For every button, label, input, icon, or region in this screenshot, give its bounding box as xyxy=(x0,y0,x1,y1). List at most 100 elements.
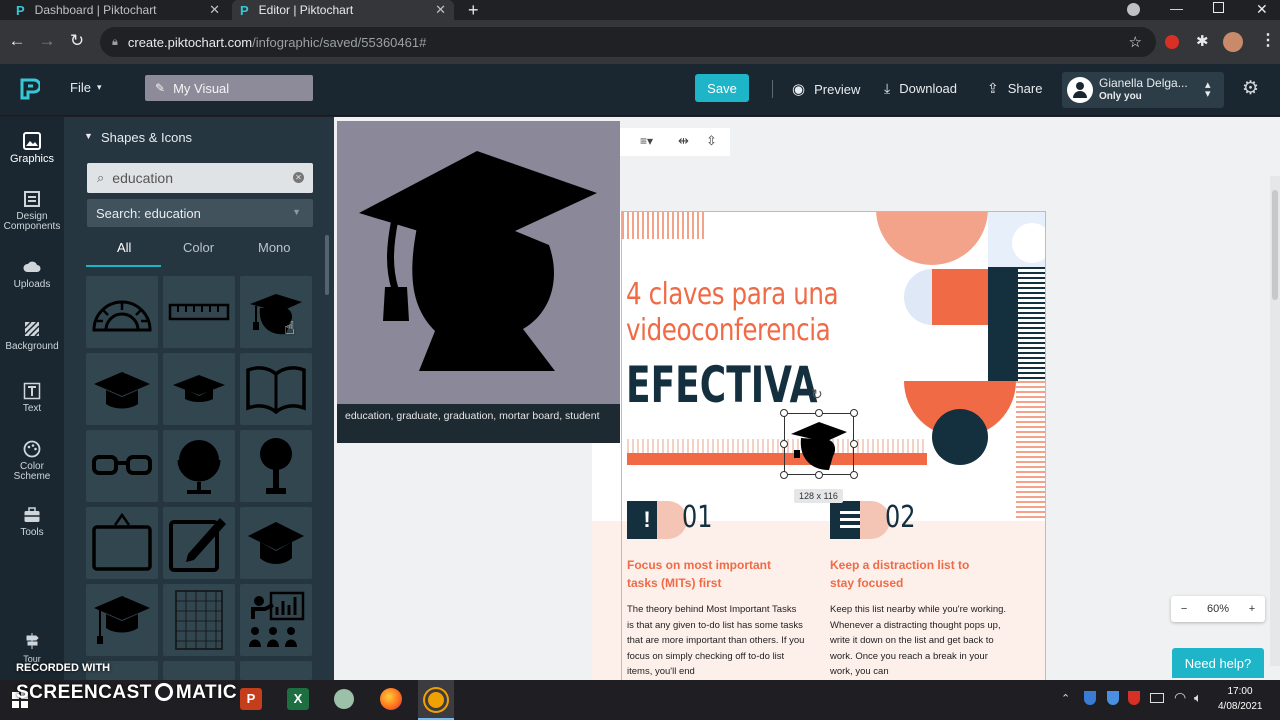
panel-scrollbar[interactable] xyxy=(325,235,329,295)
save-button[interactable]: Save xyxy=(695,74,749,102)
step-heading[interactable]: Keep a distraction list to stay focused xyxy=(830,556,980,592)
rail-item-graphics[interactable]: Graphics xyxy=(0,132,64,165)
icon-tile[interactable] xyxy=(86,430,158,502)
forward-icon[interactable]: → xyxy=(37,31,57,51)
scroll-thumb[interactable] xyxy=(1272,190,1278,300)
rail-item-text[interactable]: Text xyxy=(0,382,64,414)
icon-tile[interactable] xyxy=(163,353,235,425)
title-line-1[interactable]: 4 claves para una xyxy=(626,277,839,313)
rail-item-color-scheme[interactable]: Color Scheme xyxy=(0,440,64,482)
icon-search-input[interactable]: ⌕ education ✕ xyxy=(87,163,313,193)
rail-item-design-components[interactable]: Design Components xyxy=(0,190,64,232)
gear-icon[interactable]: ⚙ xyxy=(1242,77,1259,100)
resize-handle[interactable] xyxy=(815,471,823,479)
close-icon[interactable]: ✕ xyxy=(435,2,446,18)
selection-box[interactable] xyxy=(784,413,854,475)
shield-icon[interactable] xyxy=(1084,691,1096,705)
resize-handle[interactable] xyxy=(780,409,788,417)
step-body[interactable]: Keep this list nearby while you're worki… xyxy=(830,602,1008,680)
filter-tab-color[interactable]: Color xyxy=(183,240,214,255)
new-tab-icon[interactable]: + xyxy=(468,0,479,20)
icon-tile[interactable] xyxy=(163,276,235,348)
browser-menu-icon[interactable]: ⋮ xyxy=(1260,30,1276,50)
preview-button[interactable]: ◉ Preview xyxy=(792,80,860,98)
canvas-scrollbar[interactable] xyxy=(1270,176,1280,666)
icon-tile[interactable] xyxy=(86,276,158,348)
wifi-icon[interactable]: ◠ xyxy=(1174,689,1186,706)
step-number[interactable]: 01 xyxy=(682,500,713,535)
flip-vertical-icon[interactable]: ⇳ xyxy=(706,133,717,149)
step-heading[interactable]: Focus on most important tasks (MITs) fir… xyxy=(627,556,797,592)
excel-icon[interactable]: X xyxy=(287,688,309,710)
filter-tab-mono[interactable]: Mono xyxy=(258,240,291,255)
close-icon[interactable]: ✕ xyxy=(209,2,220,18)
icon-tile[interactable] xyxy=(86,584,158,656)
zoom-level[interactable]: 60% xyxy=(1207,603,1229,615)
zoom-out-button[interactable]: − xyxy=(1181,603,1187,615)
extensions-puzzle-icon[interactable]: ✱ xyxy=(1196,32,1209,50)
address-bar[interactable]: 🔒︎ create.piktochart.com/infographic/sav… xyxy=(100,27,1156,57)
back-icon[interactable]: ← xyxy=(7,31,27,51)
title-line-2[interactable]: videoconferencia xyxy=(626,313,831,349)
user-selector[interactable]: Gianella Delga... Only you ▴ ▾ xyxy=(1062,72,1224,108)
powerpoint-icon[interactable]: P xyxy=(240,688,262,710)
resize-handle[interactable] xyxy=(780,440,788,448)
profile-menu-icon[interactable] xyxy=(1127,3,1140,16)
icon-tile[interactable] xyxy=(240,353,312,425)
search-scope-dropdown[interactable]: Search: education ▼ xyxy=(87,199,313,227)
icon-tile[interactable] xyxy=(163,430,235,502)
resize-handle[interactable] xyxy=(850,471,858,479)
volume-icon[interactable]: 🔈︎ xyxy=(1194,690,1202,706)
restore-icon[interactable] xyxy=(1213,2,1224,13)
align-menu-icon[interactable]: ≡▾ xyxy=(640,134,653,148)
zoom-in-button[interactable]: + xyxy=(1249,603,1255,615)
icon-tile[interactable] xyxy=(163,661,235,680)
filter-tab-all[interactable]: All xyxy=(117,240,131,255)
icon-tile[interactable] xyxy=(240,584,312,656)
icon-tile[interactable] xyxy=(86,353,158,425)
resize-handle[interactable] xyxy=(815,409,823,417)
antivirus-icon[interactable] xyxy=(1128,691,1140,705)
bookmark-star-icon[interactable]: ☆ xyxy=(1129,33,1142,51)
reload-icon[interactable]: ↻ xyxy=(67,31,87,51)
rail-item-tools[interactable]: Tools xyxy=(0,506,64,538)
tab-editor[interactable]: P Editor | Piktochart ✕ xyxy=(232,0,454,20)
firefox-icon[interactable] xyxy=(380,688,402,710)
resize-handle[interactable] xyxy=(850,409,858,417)
title-big[interactable]: EFECTIVA xyxy=(626,357,817,413)
step-body[interactable]: The theory behind Most Important Tasks i… xyxy=(627,602,805,680)
clear-search-icon[interactable]: ✕ xyxy=(293,172,304,183)
icon-tile[interactable] xyxy=(240,661,312,680)
close-window-icon[interactable]: ✕ xyxy=(1256,0,1268,18)
icon-tile[interactable] xyxy=(163,507,235,579)
icon-tile[interactable] xyxy=(163,584,235,656)
section-title[interactable]: Shapes & Icons xyxy=(101,130,192,145)
battery-icon[interactable] xyxy=(1150,693,1164,703)
piktochart-logo-icon[interactable] xyxy=(20,78,40,100)
caret-down-icon[interactable]: ▼ xyxy=(84,131,93,141)
resize-handle[interactable] xyxy=(850,440,858,448)
flip-horizontal-icon[interactable]: ⇹ xyxy=(678,133,689,149)
chevron-up-icon[interactable]: ⌃ xyxy=(1061,692,1070,705)
file-menu[interactable]: File ▾ xyxy=(70,80,101,95)
rail-item-background[interactable]: Background xyxy=(0,320,64,352)
icon-tile[interactable] xyxy=(240,430,312,502)
icon-tile[interactable] xyxy=(240,507,312,579)
minimize-icon[interactable]: — xyxy=(1170,0,1183,18)
icon-tile[interactable] xyxy=(240,276,312,348)
step-number[interactable]: 02 xyxy=(885,500,916,535)
rail-item-uploads[interactable]: Uploads xyxy=(0,258,64,290)
tab-dashboard[interactable]: P Dashboard | Piktochart ✕ xyxy=(8,0,228,20)
shield-icon[interactable] xyxy=(1107,691,1119,705)
rotate-handle-icon[interactable]: ↻ xyxy=(811,386,823,403)
app-icon[interactable] xyxy=(334,689,354,709)
need-help-button[interactable]: Need help? xyxy=(1172,648,1264,678)
download-button[interactable]: ⤓ Download xyxy=(884,80,957,97)
avatar[interactable] xyxy=(1223,32,1243,52)
taskbar-active-app[interactable] xyxy=(418,680,454,720)
extension-icon[interactable] xyxy=(1165,35,1179,49)
resize-handle[interactable] xyxy=(780,471,788,479)
rail-item-tour[interactable]: Tour xyxy=(0,632,64,665)
visual-title-input[interactable]: ✎ My Visual xyxy=(145,75,313,101)
icon-tile[interactable] xyxy=(86,507,158,579)
